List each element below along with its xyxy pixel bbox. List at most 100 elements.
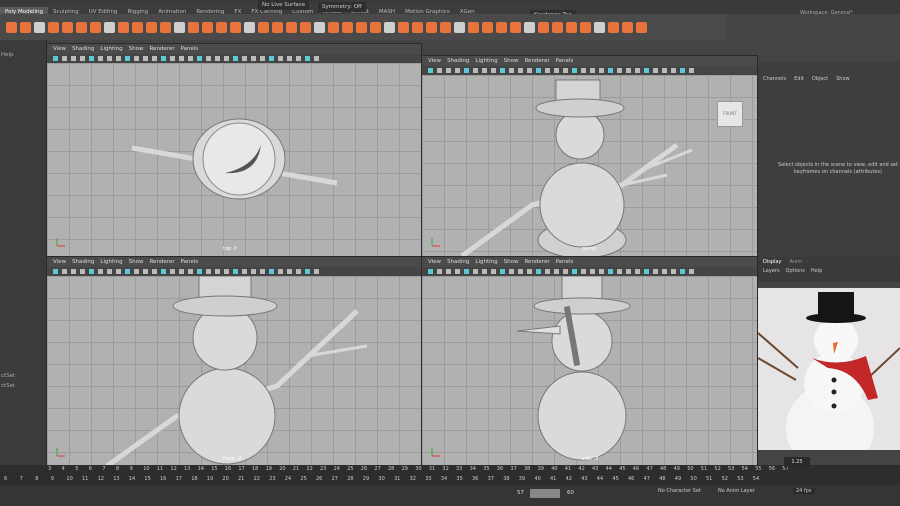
viewport-tool-icon[interactable] [143, 56, 148, 61]
viewport-tool-icon[interactable] [53, 56, 58, 61]
viewport-tool-icon[interactable] [251, 269, 256, 274]
viewport-tool-icon[interactable] [644, 68, 649, 73]
shelf-tool-icon[interactable] [356, 21, 367, 33]
viewport-tool-icon[interactable] [98, 56, 103, 61]
viewport-tool-icon[interactable] [233, 269, 238, 274]
viewport-tool-icon[interactable] [590, 68, 595, 73]
shelf-tool-icon[interactable] [538, 21, 549, 33]
viewport-tool-icon[interactable] [491, 68, 496, 73]
viewport-tool-icon[interactable] [527, 68, 532, 73]
viewport-tool-icon[interactable] [662, 68, 667, 73]
viewport-tool-icon[interactable] [134, 269, 139, 274]
viewport-tool-icon[interactable] [143, 269, 148, 274]
shelf-tool-icon[interactable] [454, 21, 465, 33]
viewport-tool-icon[interactable] [260, 56, 265, 61]
viewport-tool-icon[interactable] [608, 68, 613, 73]
menu-shading[interactable]: Shading [447, 58, 469, 64]
viewport-tool-icon[interactable] [437, 68, 442, 73]
viewport-tool-icon[interactable] [473, 68, 478, 73]
viewport-tool-icon[interactable] [545, 68, 550, 73]
menu-renderer[interactable]: Renderer [524, 259, 549, 265]
viewport-tool-icon[interactable] [170, 56, 175, 61]
viewport-tool-icon[interactable] [116, 56, 121, 61]
menu-lighting[interactable]: Lighting [100, 46, 122, 52]
shelf-tool-icon[interactable] [468, 21, 479, 33]
viewport-tool-icon[interactable] [215, 269, 220, 274]
viewport-tool-icon[interactable] [260, 269, 265, 274]
viewport-persp[interactable]: View Shading Lighting Show Renderer Pane… [421, 55, 758, 257]
menu-layers[interactable]: Layers [763, 268, 780, 274]
viewport-tool-icon[interactable] [653, 269, 658, 274]
shelf-tool-icon[interactable] [6, 21, 17, 33]
viewport-tool-icon[interactable] [554, 68, 559, 73]
viewport-tool-icon[interactable] [572, 269, 577, 274]
shelf-tool-icon[interactable] [272, 21, 283, 33]
viewport-tool-icon[interactable] [62, 269, 67, 274]
viewport-tool-icon[interactable] [224, 269, 229, 274]
viewport-tool-icon[interactable] [314, 269, 319, 274]
viewport-tool-icon[interactable] [206, 56, 211, 61]
viewport-tool-icon[interactable] [287, 269, 292, 274]
fps-dropdown[interactable]: 24 fps [793, 488, 815, 494]
shelf-tool-icon[interactable] [510, 21, 521, 33]
shelf-tool-icon[interactable] [230, 21, 241, 33]
shelf-tool-icon[interactable] [342, 21, 353, 33]
menu-view[interactable]: View [53, 259, 66, 265]
viewport-tool-icon[interactable] [233, 56, 238, 61]
menu-view[interactable]: View [53, 46, 66, 52]
viewport-tool-icon[interactable] [635, 68, 640, 73]
viewport-tool-icon[interactable] [197, 269, 202, 274]
viewport-tool-icon[interactable] [80, 269, 85, 274]
shelf-tool-icon[interactable] [244, 21, 255, 33]
viewport-tool-icon[interactable] [305, 56, 310, 61]
viewport-tool-icon[interactable] [473, 269, 478, 274]
viewport-tool-icon[interactable] [251, 56, 256, 61]
viewport-tool-icon[interactable] [170, 269, 175, 274]
viewport-tool-icon[interactable] [536, 68, 541, 73]
viewport-tool-icon[interactable] [563, 68, 568, 73]
menu-renderer[interactable]: Renderer [149, 259, 174, 265]
menu-shading[interactable]: Shading [72, 259, 94, 265]
menu-lighting[interactable]: Lighting [475, 58, 497, 64]
shelf-tool-icon[interactable] [608, 21, 619, 33]
viewport-tool-icon[interactable] [188, 269, 193, 274]
viewport-tool-icon[interactable] [590, 269, 595, 274]
timeline[interactable]: 3 4 5 6 7 8 9 10 11 12 13 14 15 16 17 18 19 20 21 22 23 24 25 2… [0, 457, 900, 485]
viewport-tool-icon[interactable] [482, 68, 487, 73]
range-slider[interactable] [530, 489, 560, 498]
shelf-tool-icon[interactable] [132, 21, 143, 33]
menu-show[interactable]: Show [504, 58, 519, 64]
viewport-tool-icon[interactable] [608, 269, 613, 274]
viewport-front[interactable]: View Shading Lighting Show Renderer Pane… [46, 256, 422, 467]
shelf-tool-icon[interactable] [552, 21, 563, 33]
viewport-tool-icon[interactable] [152, 269, 157, 274]
viewport-tool-icon[interactable] [680, 269, 685, 274]
menu-show[interactable]: Show [129, 46, 144, 52]
menu-panels[interactable]: Panels [181, 46, 199, 52]
shelf-tool-icon[interactable] [314, 21, 325, 33]
menu-panels[interactable]: Panels [556, 58, 574, 64]
viewport-tool-icon[interactable] [278, 269, 283, 274]
viewport-tool-icon[interactable] [53, 269, 58, 274]
shelf-tool-icon[interactable] [328, 21, 339, 33]
viewport-tool-icon[interactable] [518, 269, 523, 274]
viewport-tool-icon[interactable] [134, 56, 139, 61]
shelf-tool-icon[interactable] [48, 21, 59, 33]
viewport-side[interactable]: View Shading Lighting Show Renderer Pane… [421, 256, 758, 467]
viewport-tool-icon[interactable] [680, 68, 685, 73]
shelf-tool-icon[interactable] [482, 21, 493, 33]
viewport-tool-icon[interactable] [116, 269, 121, 274]
shelf-tool-icon[interactable] [566, 21, 577, 33]
viewport-tool-icon[interactable] [188, 56, 193, 61]
menu-help[interactable]: Help [811, 268, 822, 274]
viewport-tool-icon[interactable] [62, 56, 67, 61]
shelf-tool-icon[interactable] [594, 21, 605, 33]
shelf-tool-icon[interactable] [496, 21, 507, 33]
menu-options[interactable]: Options [786, 268, 805, 274]
viewport-tool-icon[interactable] [125, 56, 130, 61]
shelf-tool-icon[interactable] [118, 21, 129, 33]
shelf-tool-icon[interactable] [90, 21, 101, 33]
shelf-tool-icon[interactable] [440, 21, 451, 33]
anim-layer-dropdown[interactable]: No Anim Layer [718, 488, 755, 494]
tab-display[interactable]: Display [763, 259, 781, 265]
